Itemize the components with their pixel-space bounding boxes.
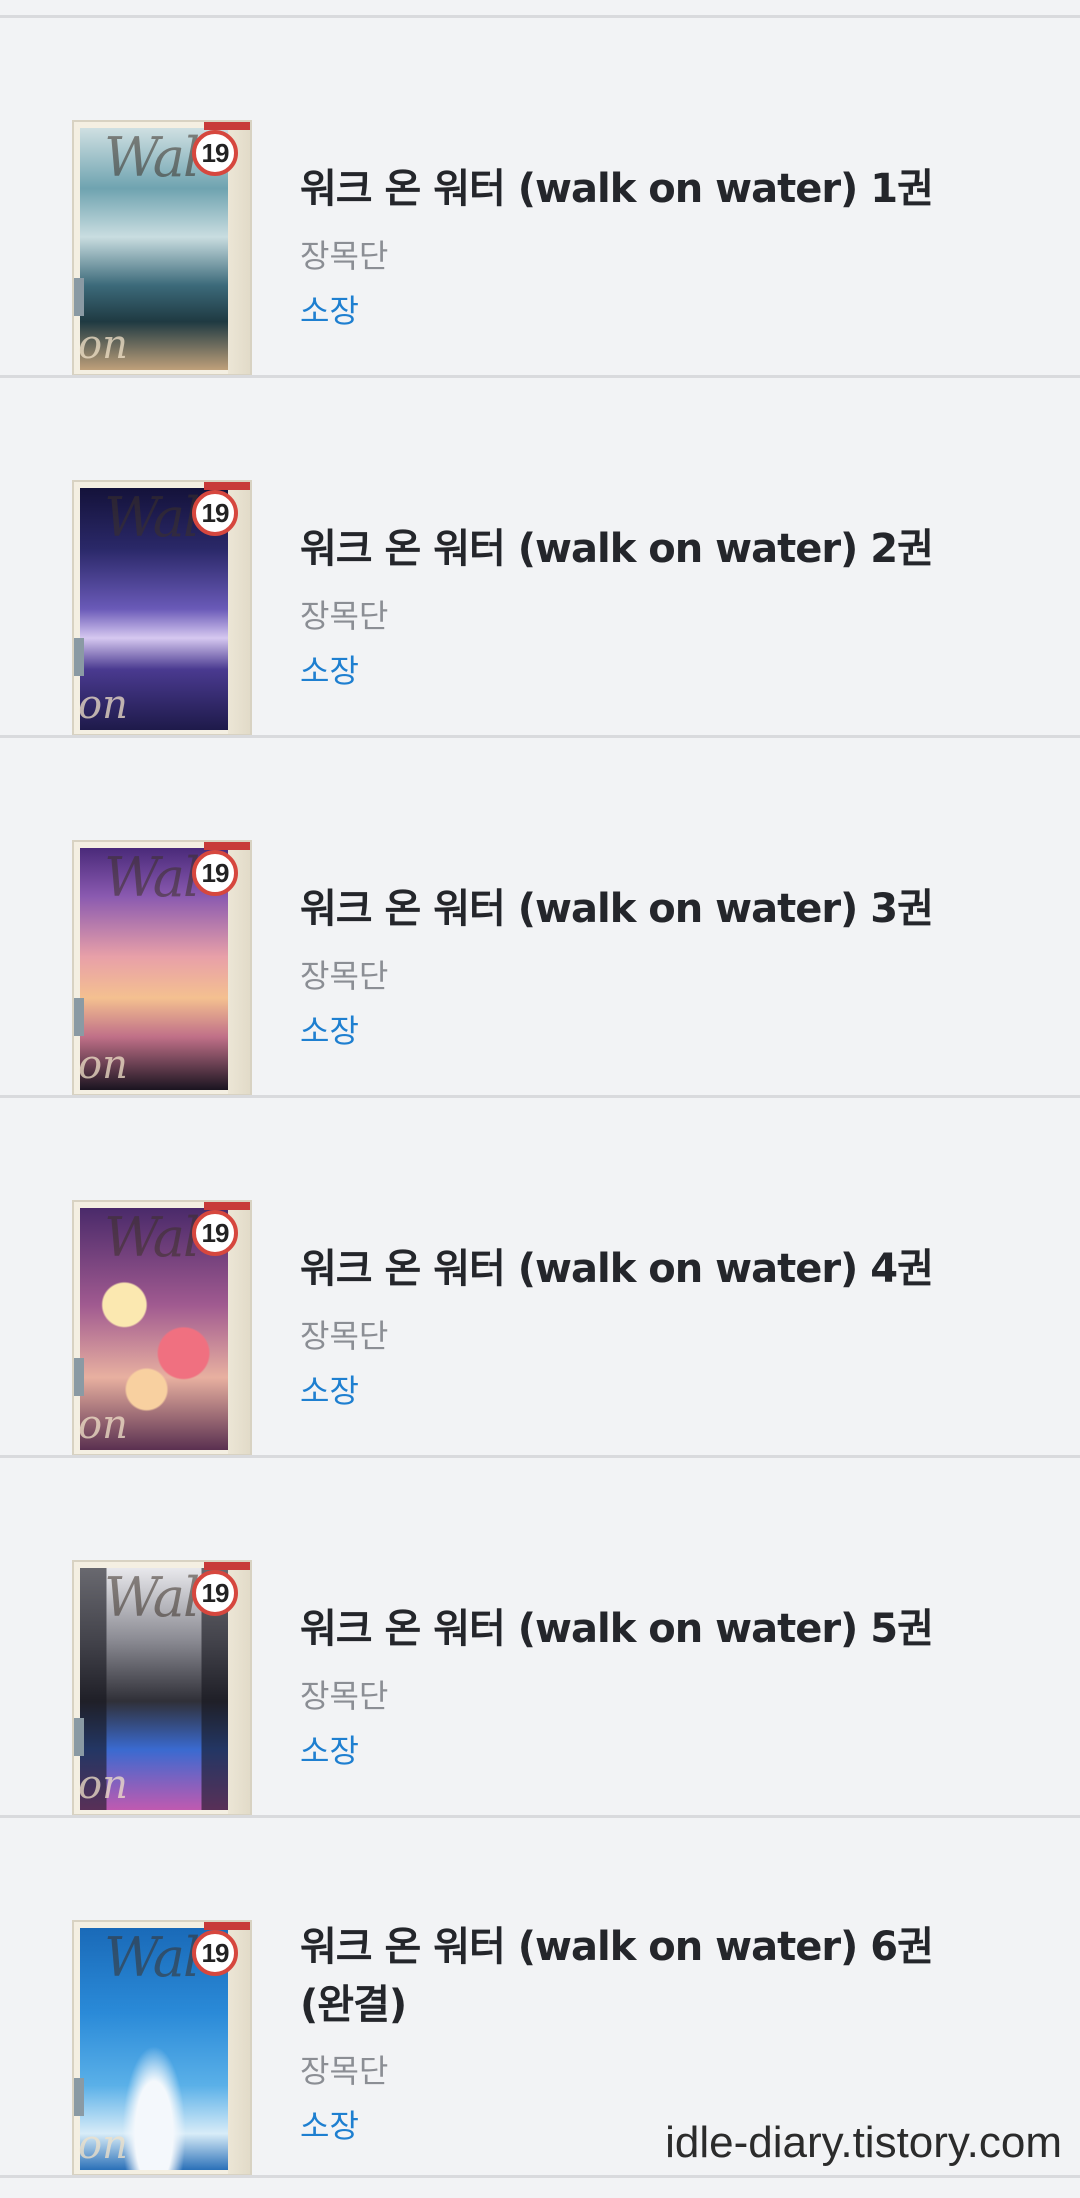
owned-status: 소장 bbox=[300, 1732, 359, 1770]
owned-status: 소장 bbox=[300, 1372, 359, 1410]
book-title[interactable]: 워크 온 워터 (walk on water) 2권 bbox=[300, 520, 940, 578]
book-author: 장목단 bbox=[300, 237, 389, 275]
cover-subtitle-script: on water bbox=[78, 1042, 195, 1094]
cover-title-script: Wal bbox=[104, 1566, 200, 1629]
cover-title-script: Wal bbox=[104, 1926, 200, 1989]
book-list-item-2[interactable]: Wal on water 19 워크 온 워터 (walk on water) … bbox=[0, 378, 1080, 738]
age-rating-badge: 19 bbox=[192, 850, 238, 896]
book-cover[interactable]: Wal on water 19 bbox=[72, 840, 252, 1096]
cover-title-script: Wal bbox=[104, 126, 200, 189]
cover-tab bbox=[74, 998, 84, 1036]
book-cover[interactable]: Wal on water 19 bbox=[72, 120, 252, 376]
book-author: 장목단 bbox=[300, 1677, 389, 1715]
cover-tab bbox=[74, 638, 84, 676]
age-rating-badge: 19 bbox=[192, 1210, 238, 1256]
cover-subtitle-script: on water bbox=[78, 1762, 195, 1814]
book-title[interactable]: 워크 온 워터 (walk on water) 6권 (완결) bbox=[300, 1918, 940, 2034]
cover-title-script: Wal bbox=[104, 846, 200, 909]
cover-tab bbox=[74, 1358, 84, 1396]
book-author: 장목단 bbox=[300, 2052, 389, 2090]
book-author: 장목단 bbox=[300, 957, 389, 995]
book-cover[interactable]: Wal on water 19 bbox=[72, 1200, 252, 1456]
cover-subtitle-script: on water bbox=[78, 2122, 195, 2174]
book-list-item-3[interactable]: Wal on water 19 워크 온 워터 (walk on water) … bbox=[0, 738, 1080, 1098]
cover-label-bar bbox=[204, 842, 250, 850]
cover-tab bbox=[74, 278, 84, 316]
book-title[interactable]: 워크 온 워터 (walk on water) 5권 bbox=[300, 1600, 940, 1658]
library-page: Wal on water 19 워크 온 워터 (walk on water) … bbox=[0, 0, 1080, 2198]
owned-status: 소장 bbox=[300, 652, 359, 690]
cover-label-bar bbox=[204, 482, 250, 490]
book-title[interactable]: 워크 온 워터 (walk on water) 3권 bbox=[300, 880, 940, 938]
item-divider bbox=[0, 2175, 1080, 2178]
book-list-item-1[interactable]: Wal on water 19 워크 온 워터 (walk on water) … bbox=[0, 18, 1080, 378]
book-list-item-5[interactable]: Wal on water 19 워크 온 워터 (walk on water) … bbox=[0, 1458, 1080, 1818]
age-rating-badge: 19 bbox=[192, 1930, 238, 1976]
owned-status: 소장 bbox=[300, 1012, 359, 1050]
age-rating-badge: 19 bbox=[192, 1570, 238, 1616]
book-title[interactable]: 워크 온 워터 (walk on water) 4권 bbox=[300, 1240, 940, 1298]
owned-status: 소장 bbox=[300, 2107, 359, 2145]
owned-status: 소장 bbox=[300, 292, 359, 330]
cover-label-bar bbox=[204, 1562, 250, 1570]
book-cover[interactable]: Wal on water 19 bbox=[72, 1560, 252, 1816]
book-author: 장목단 bbox=[300, 597, 389, 635]
book-list-item-4[interactable]: Wal on water 19 워크 온 워터 (walk on water) … bbox=[0, 1098, 1080, 1458]
cover-subtitle-script: on water bbox=[78, 682, 195, 734]
cover-title-script: Wal bbox=[104, 486, 200, 549]
cover-label-bar bbox=[204, 122, 250, 130]
cover-subtitle-script: on water bbox=[78, 1402, 195, 1454]
cover-tab bbox=[74, 1718, 84, 1756]
age-rating-badge: 19 bbox=[192, 490, 238, 536]
cover-label-bar bbox=[204, 1922, 250, 1930]
cover-label-bar bbox=[204, 1202, 250, 1210]
book-title[interactable]: 워크 온 워터 (walk on water) 1권 bbox=[300, 160, 940, 218]
watermark-text: idle-diary.tistory.com bbox=[665, 2118, 1062, 2167]
book-cover[interactable]: Wal on water 19 bbox=[72, 480, 252, 736]
cover-tab bbox=[74, 2078, 84, 2116]
cover-title-script: Wal bbox=[104, 1206, 200, 1269]
book-cover[interactable]: Wal on water 19 bbox=[72, 1920, 252, 2176]
book-author: 장목단 bbox=[300, 1317, 389, 1355]
age-rating-badge: 19 bbox=[192, 130, 238, 176]
cover-subtitle-script: on water bbox=[78, 322, 195, 374]
